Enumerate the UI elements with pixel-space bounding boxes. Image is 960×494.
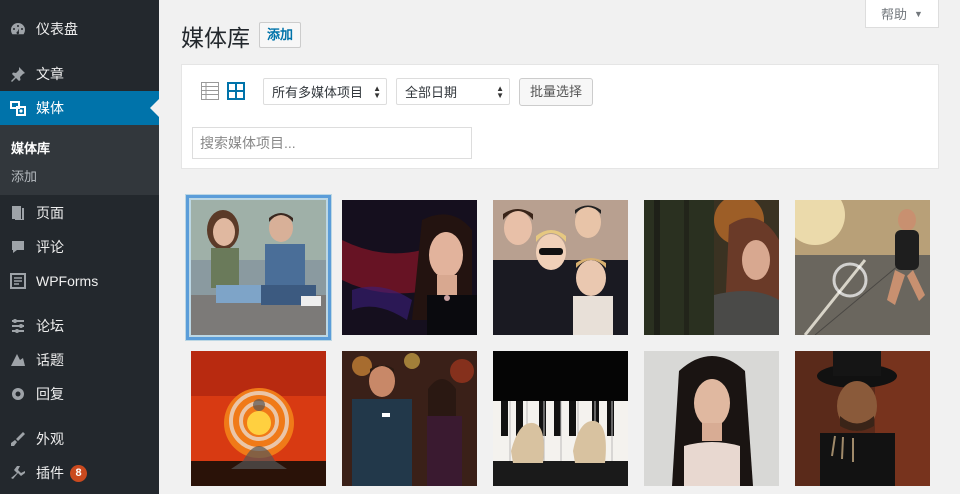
add-new-button[interactable]: 添加: [259, 22, 302, 48]
search-input[interactable]: [192, 127, 472, 159]
sidebar-item-label: 回复: [36, 386, 64, 402]
date-filter[interactable]: 全部日期 ▲ ▼: [396, 78, 510, 105]
sidebar-item-label: 话题: [36, 352, 64, 368]
admin-sidebar: 仪表盘 文章 媒体 媒体库 添加 页面 评论 WPForms 论坛 话题 回复 …: [0, 0, 159, 494]
media-icon: [9, 99, 27, 117]
dashboard-icon: [9, 20, 27, 38]
sidebar-item-posts[interactable]: 文章: [0, 57, 159, 91]
select-arrows-icon: ▲ ▼: [496, 84, 504, 100]
media-item-woman-autumn-forest[interactable]: [644, 200, 779, 335]
sidebar-item-label: 外观: [36, 431, 64, 447]
media-item-woman-dark-hair[interactable]: [644, 351, 779, 486]
date-filter-value: 全部日期: [405, 85, 458, 100]
appearance-icon: [9, 430, 27, 448]
forum-icon: [9, 317, 27, 335]
sidebar-item-label: 插件: [36, 465, 64, 481]
media-submenu: 媒体库 添加: [0, 125, 159, 195]
media-item-meditation-sunset[interactable]: [191, 351, 326, 486]
submenu-add[interactable]: 添加: [11, 166, 37, 185]
sidebar-item-topics[interactable]: 话题: [0, 343, 159, 377]
sidebar-item-appearance[interactable]: 外观: [0, 422, 159, 456]
media-item-teens-with-phones[interactable]: [186, 195, 331, 340]
media-toolbar: 所有多媒体项目 ▲ ▼ 全部日期 ▲ ▼ 批量选择: [181, 64, 939, 169]
sidebar-item-pages[interactable]: 页面: [0, 196, 159, 230]
media-item-band-group-portrait[interactable]: [493, 200, 628, 335]
sidebar-item-comments[interactable]: 评论: [0, 230, 159, 264]
pin-icon: [9, 65, 27, 83]
pages-icon: [9, 204, 27, 222]
update-count-badge: 8: [70, 464, 87, 482]
media-item-piano-hands[interactable]: [493, 351, 628, 486]
sidebar-item-plugins[interactable]: 插件 8: [0, 456, 159, 490]
media-item-man-in-hat[interactable]: [795, 351, 930, 486]
media-item-bar-couple[interactable]: [342, 351, 477, 486]
select-arrows-icon: ▲ ▼: [373, 84, 381, 100]
media-item-woman-red-hair-dark[interactable]: [342, 200, 477, 335]
sidebar-item-label: WPForms: [36, 273, 99, 289]
submenu-library[interactable]: 媒体库: [11, 138, 50, 157]
sidebar-item-forum[interactable]: 论坛: [0, 309, 159, 343]
sidebar-item-dashboard[interactable]: 仪表盘: [0, 12, 159, 46]
sidebar-item-label: 论坛: [36, 318, 64, 334]
forms-icon: [9, 272, 27, 290]
help-label: 帮助: [881, 7, 908, 22]
sidebar-item-replies[interactable]: 回复: [0, 377, 159, 411]
media-item-runner-on-road[interactable]: [795, 200, 930, 335]
topics-icon: [9, 351, 27, 369]
replies-icon: [9, 385, 27, 403]
sidebar-item-media[interactable]: 媒体: [0, 91, 159, 125]
grid-view-icon[interactable]: [227, 82, 245, 100]
media-type-filter-value: 所有多媒体项目: [272, 85, 364, 100]
sidebar-item-label: 页面: [36, 205, 64, 221]
plugins-icon: [9, 464, 27, 482]
sidebar-item-label: 评论: [36, 239, 64, 255]
page-title: 媒体库: [181, 25, 250, 51]
sidebar-item-label: 媒体: [36, 100, 64, 116]
list-view-icon[interactable]: [201, 82, 219, 100]
comments-icon: [9, 238, 27, 256]
media-type-filter[interactable]: 所有多媒体项目 ▲ ▼: [263, 78, 387, 105]
sidebar-item-wpforms[interactable]: WPForms: [0, 264, 159, 298]
sidebar-item-label: 仪表盘: [36, 21, 78, 37]
sidebar-item-label: 文章: [36, 66, 64, 82]
caret-down-icon: ▼: [914, 8, 923, 19]
bulk-select-button[interactable]: 批量选择: [519, 78, 594, 106]
help-tab-button[interactable]: 帮助 ▼: [865, 0, 939, 28]
